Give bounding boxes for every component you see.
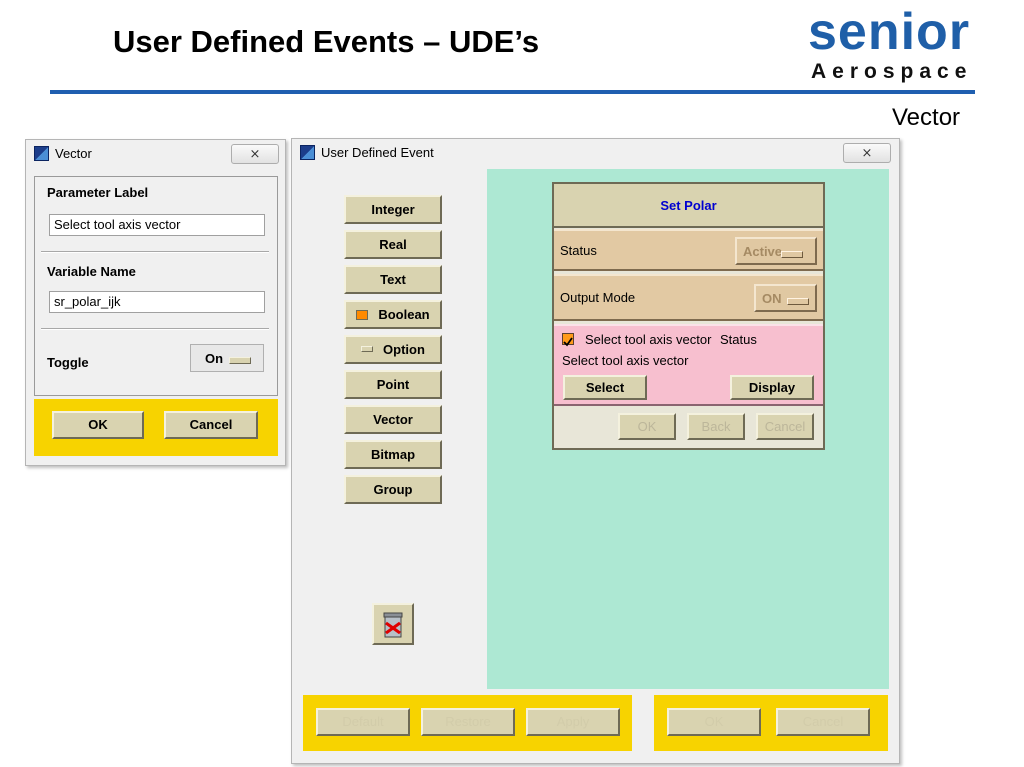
preview-title: Set Polar bbox=[660, 198, 717, 213]
preview-ok-button[interactable]: OK bbox=[618, 413, 676, 440]
palette-text-label: Text bbox=[380, 272, 406, 287]
palette-group-label: Group bbox=[373, 482, 413, 497]
divider bbox=[41, 251, 269, 253]
palette-vector-button[interactable]: Vector bbox=[344, 405, 442, 434]
palette-text-button[interactable]: Text bbox=[344, 265, 442, 294]
output-mode-value: ON bbox=[762, 291, 782, 306]
output-mode-row: Output Mode ON bbox=[554, 274, 823, 321]
trash-can-glyph bbox=[383, 612, 403, 638]
vector-form-panel: Parameter Label Select tool axis vector … bbox=[34, 176, 278, 396]
ok-button[interactable]: OK bbox=[52, 411, 144, 439]
app-icon bbox=[300, 144, 315, 160]
palette-group-button[interactable]: Group bbox=[344, 475, 442, 504]
palette-vector-label: Vector bbox=[373, 412, 413, 427]
apply-button[interactable]: Apply bbox=[526, 708, 620, 736]
preview-cancel-button[interactable]: Cancel bbox=[756, 413, 814, 440]
close-icon[interactable]: ⨯ bbox=[231, 144, 279, 164]
option-menu-indicator-icon bbox=[787, 298, 809, 305]
boolean-indicator-icon bbox=[356, 310, 369, 320]
ude-ok-button[interactable]: OK bbox=[667, 708, 761, 736]
palette-boolean-button[interactable]: Boolean bbox=[344, 300, 442, 329]
app-icon bbox=[34, 145, 49, 161]
option-menu-indicator-icon bbox=[781, 251, 803, 258]
slide-title: User Defined Events – UDE’s bbox=[113, 24, 540, 59]
parameter-label-heading: Parameter Label bbox=[47, 185, 149, 200]
option-menu-indicator-icon bbox=[229, 357, 251, 364]
checkbox-status-label: Status bbox=[720, 332, 757, 347]
variable-name-heading: Variable Name bbox=[47, 264, 136, 279]
output-mode-option-menu[interactable]: ON bbox=[754, 284, 817, 312]
toggle-value: On bbox=[205, 351, 224, 366]
preview-back-button[interactable]: Back bbox=[687, 413, 745, 440]
variable-name-input[interactable]: sr_polar_ijk bbox=[49, 291, 265, 313]
palette-integer-label: Integer bbox=[371, 202, 415, 217]
palette-point-button[interactable]: Point bbox=[344, 370, 442, 399]
trash-can-icon[interactable] bbox=[372, 603, 414, 645]
ude-bottom-right-button-area: OK Cancel bbox=[654, 695, 888, 751]
toggle-heading: Toggle bbox=[47, 355, 89, 370]
ude-cancel-button[interactable]: Cancel bbox=[776, 708, 870, 736]
vector-prompt-label: Select tool axis vector bbox=[562, 353, 689, 368]
default-button[interactable]: Default bbox=[316, 708, 410, 736]
cancel-button[interactable]: Cancel bbox=[164, 411, 258, 439]
output-mode-label: Output Mode bbox=[560, 290, 636, 305]
header-rule bbox=[50, 90, 975, 94]
palette-option-label: Option bbox=[383, 342, 425, 357]
palette-option-button[interactable]: Option bbox=[344, 335, 442, 364]
checkbox-label: Select tool axis vector bbox=[585, 332, 712, 347]
palette-real-label: Real bbox=[379, 237, 407, 252]
divider bbox=[41, 328, 269, 330]
restore-button[interactable]: Restore bbox=[421, 708, 515, 736]
ude-layout-canvas: Set Polar Status Active Output Mode ON S… bbox=[487, 169, 889, 689]
parameter-label-input[interactable]: Select tool axis vector bbox=[49, 214, 265, 236]
ude-bottom-left-button-area: Default Restore Apply bbox=[303, 695, 632, 751]
option-indicator-icon bbox=[361, 346, 374, 352]
aerospace-logo-tag: Aerospace bbox=[811, 60, 973, 83]
preview-title-bar: Set Polar bbox=[554, 184, 823, 228]
palette-bitmap-button[interactable]: Bitmap bbox=[344, 440, 442, 469]
vector-selection-group: Select tool axis vector Status Select to… bbox=[554, 324, 823, 406]
palette-real-button[interactable]: Real bbox=[344, 230, 442, 259]
status-row: Status Active bbox=[554, 229, 823, 271]
status-option-menu[interactable]: Active bbox=[735, 237, 817, 265]
palette-point-label: Point bbox=[376, 377, 410, 392]
ude-window-titlebar: User Defined Event bbox=[292, 139, 899, 165]
status-value: Active bbox=[743, 244, 783, 259]
vector-dialog: Vector ⨯ Parameter Label Select tool axi… bbox=[25, 139, 286, 466]
palette-boolean-label: Boolean bbox=[378, 307, 430, 322]
senior-logo-wordmark: senior bbox=[808, 3, 971, 61]
select-button[interactable]: Select bbox=[563, 375, 647, 400]
vector-dialog-title: Vector bbox=[55, 145, 92, 161]
palette-bitmap-label: Bitmap bbox=[370, 447, 416, 462]
palette-integer-button[interactable]: Integer bbox=[344, 195, 442, 224]
display-button[interactable]: Display bbox=[730, 375, 814, 400]
user-defined-event-window: User Defined Event ⨯ Integer Real Text B… bbox=[291, 138, 900, 764]
checkbox-checked-icon[interactable] bbox=[562, 333, 574, 347]
close-icon[interactable]: ⨯ bbox=[843, 143, 891, 163]
slide-subtitle: Vector bbox=[892, 104, 961, 131]
checkmark-icon bbox=[563, 337, 573, 347]
status-label: Status bbox=[560, 243, 597, 258]
ude-window-title: User Defined Event bbox=[321, 144, 434, 160]
preview-dialog: Set Polar Status Active Output Mode ON S… bbox=[552, 182, 825, 450]
toggle-option-menu[interactable]: On bbox=[190, 344, 264, 372]
vector-dialog-button-area: OK Cancel bbox=[34, 399, 278, 456]
